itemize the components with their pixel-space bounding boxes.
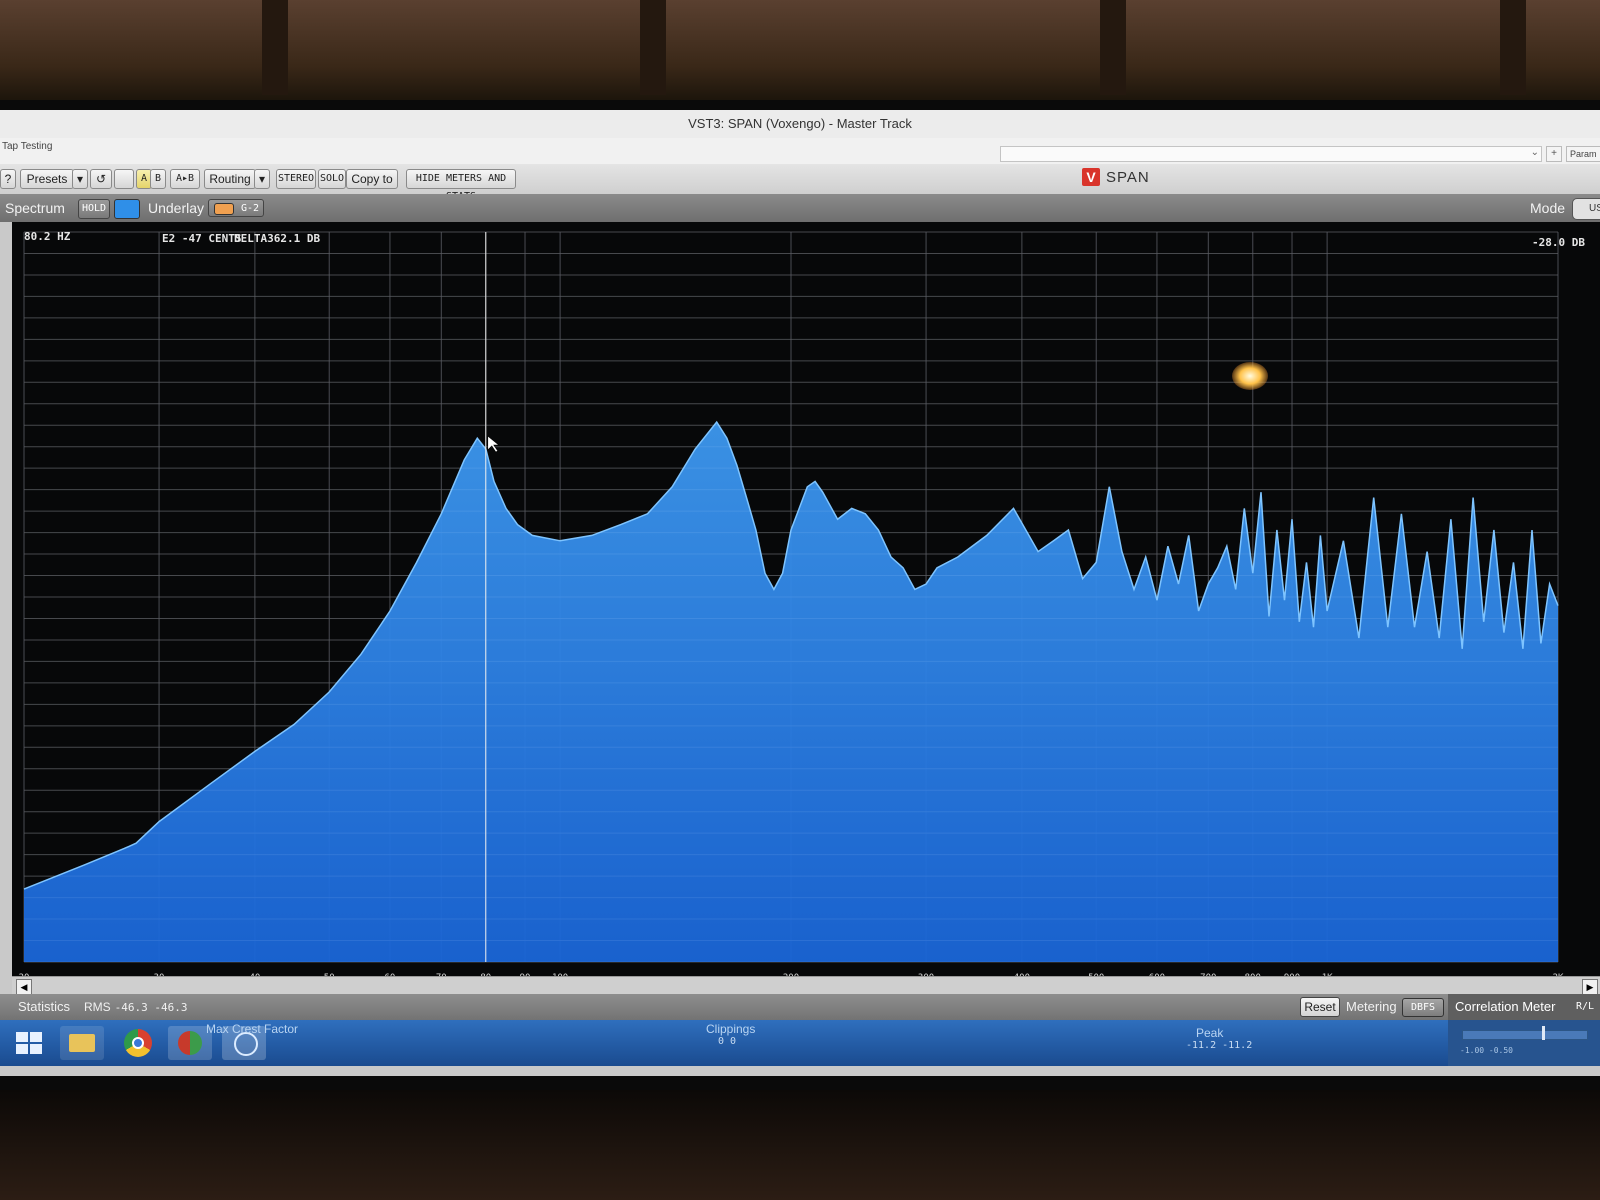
chevron-down-icon: ▾ [76, 172, 84, 186]
rms-stat: RMS -46.3 -46.3 [84, 1000, 188, 1014]
preset-combo[interactable]: ⌄ [1000, 146, 1542, 162]
windows-start-icon[interactable] [16, 1032, 42, 1054]
correlation-meter: -1.00 -0.50 [1448, 1020, 1600, 1066]
presets-dropdown-button[interactable]: ▾ [72, 169, 88, 189]
underlay-label: Underlay [148, 200, 205, 216]
correlation-mode[interactable]: R/L [1576, 1001, 1594, 1012]
redo-button[interactable] [114, 169, 134, 189]
voxengo-logo: V SPAN [1082, 168, 1150, 190]
add-button[interactable]: + [1546, 146, 1562, 162]
statistics-label: Statistics [18, 999, 71, 1014]
plugin-window: VST3: SPAN (Voxengo) - Master Track Tap … [0, 110, 1600, 1076]
rms-values: -46.3 -46.3 [114, 1001, 188, 1014]
metering-mode-button[interactable]: DBFS [1402, 998, 1444, 1017]
wall-beam [1100, 0, 1126, 95]
wall-beam [640, 0, 666, 95]
metering-label: Metering [1346, 999, 1397, 1014]
correlation-header: Correlation Meter R/L [1448, 994, 1600, 1020]
light-reflection [1232, 362, 1268, 390]
desk-foreground [0, 1090, 1600, 1200]
spectrum-chart[interactable]: 2030405060708090100200300400500600700800… [12, 222, 1600, 1000]
peak-label: Peak [1196, 1026, 1224, 1040]
frequency-readout: 80.2 HZ [24, 230, 71, 243]
hold-button[interactable]: HOLD [78, 199, 110, 219]
clippings-label: Clippings [706, 1022, 756, 1036]
solo-button[interactable]: SOLO [318, 169, 346, 189]
voxengo-logo-icon: V [1082, 168, 1100, 186]
level-readout: -28.0 DB [1532, 236, 1585, 249]
window-titlebar: VST3: SPAN (Voxengo) - Master Track [0, 110, 1600, 138]
reset-button[interactable]: Reset [1300, 997, 1340, 1017]
correlation-needle [1542, 1026, 1545, 1040]
undo-button[interactable]: ↺ [90, 169, 112, 189]
correlation-label: Correlation Meter [1455, 999, 1556, 1014]
copy-to-button[interactable]: Copy to [346, 169, 398, 189]
correlation-bar [1462, 1030, 1588, 1040]
plugin-toolbar: ? Presets ▾ ↺ A B A▸B Routing ▾ STEREO S… [0, 164, 1600, 202]
routing-dropdown-button[interactable]: ▾ [254, 169, 270, 189]
underlay-color-swatch [214, 203, 234, 215]
mode-button[interactable]: US [1572, 198, 1600, 220]
undo-icon: ↺ [95, 172, 107, 186]
presets-button[interactable]: Presets [20, 169, 74, 189]
plugin-name: SPAN [1106, 168, 1150, 186]
stereo-button[interactable]: STEREO [276, 169, 316, 189]
chevron-down-icon: ⌄ [1530, 147, 1539, 158]
routing-button[interactable]: Routing [204, 169, 256, 189]
frequency-scrollbar[interactable]: ◀ ▶ [12, 976, 1600, 995]
hide-meters-button[interactable]: HIDE METERS AND STATS [406, 169, 516, 202]
max-crest-label: Max Crest Factor [206, 1022, 299, 1036]
help-button[interactable]: ? [0, 169, 16, 189]
track-label: Tap Testing [2, 141, 53, 152]
spectrum-plot[interactable]: 2030405060708090100200300400500600700800… [12, 222, 1600, 1000]
peak-values: -11.2 -11.2 [1186, 1040, 1253, 1051]
param-button[interactable]: Param [1566, 146, 1600, 162]
file-explorer-icon[interactable] [60, 1026, 104, 1060]
note-readout: E2 -47 CENTS [162, 232, 242, 245]
background-wall [0, 0, 1600, 110]
correlation-ticks: -1.00 -0.50 [1460, 1046, 1513, 1055]
mode-label: Mode [1530, 200, 1566, 216]
copy-a-to-b-button[interactable]: A▸B [170, 169, 200, 189]
hold-color-swatch[interactable] [114, 199, 140, 219]
spectrum-controls: Spectrum HOLD Underlay G-2 Mode US [0, 194, 1600, 222]
scroll-right-icon[interactable]: ▶ [1582, 979, 1598, 995]
wall-beam [262, 0, 288, 95]
delta-readout: DELTA362.1 DB [234, 232, 321, 245]
wall-beam [1500, 0, 1526, 95]
b-button[interactable]: B [150, 169, 166, 189]
rms-label: RMS [84, 1000, 111, 1014]
chrome-icon[interactable] [116, 1026, 160, 1060]
scroll-left-icon[interactable]: ◀ [16, 979, 32, 995]
chevron-down-icon: ▾ [258, 172, 266, 186]
clippings-values: 0 0 [718, 1036, 737, 1047]
statistics-bar: Statistics RMS -46.3 -46.3 Reset Metering… [0, 994, 1600, 1020]
track-bar: Tap Testing ⌄ + Param [0, 138, 1600, 165]
window-title: VST3: SPAN (Voxengo) - Master Track [688, 116, 912, 131]
taskbar-and-meters: Max Crest Factor Clippings 0 0 Peak -11.… [0, 1020, 1600, 1066]
spectrum-label: Spectrum [5, 200, 65, 216]
